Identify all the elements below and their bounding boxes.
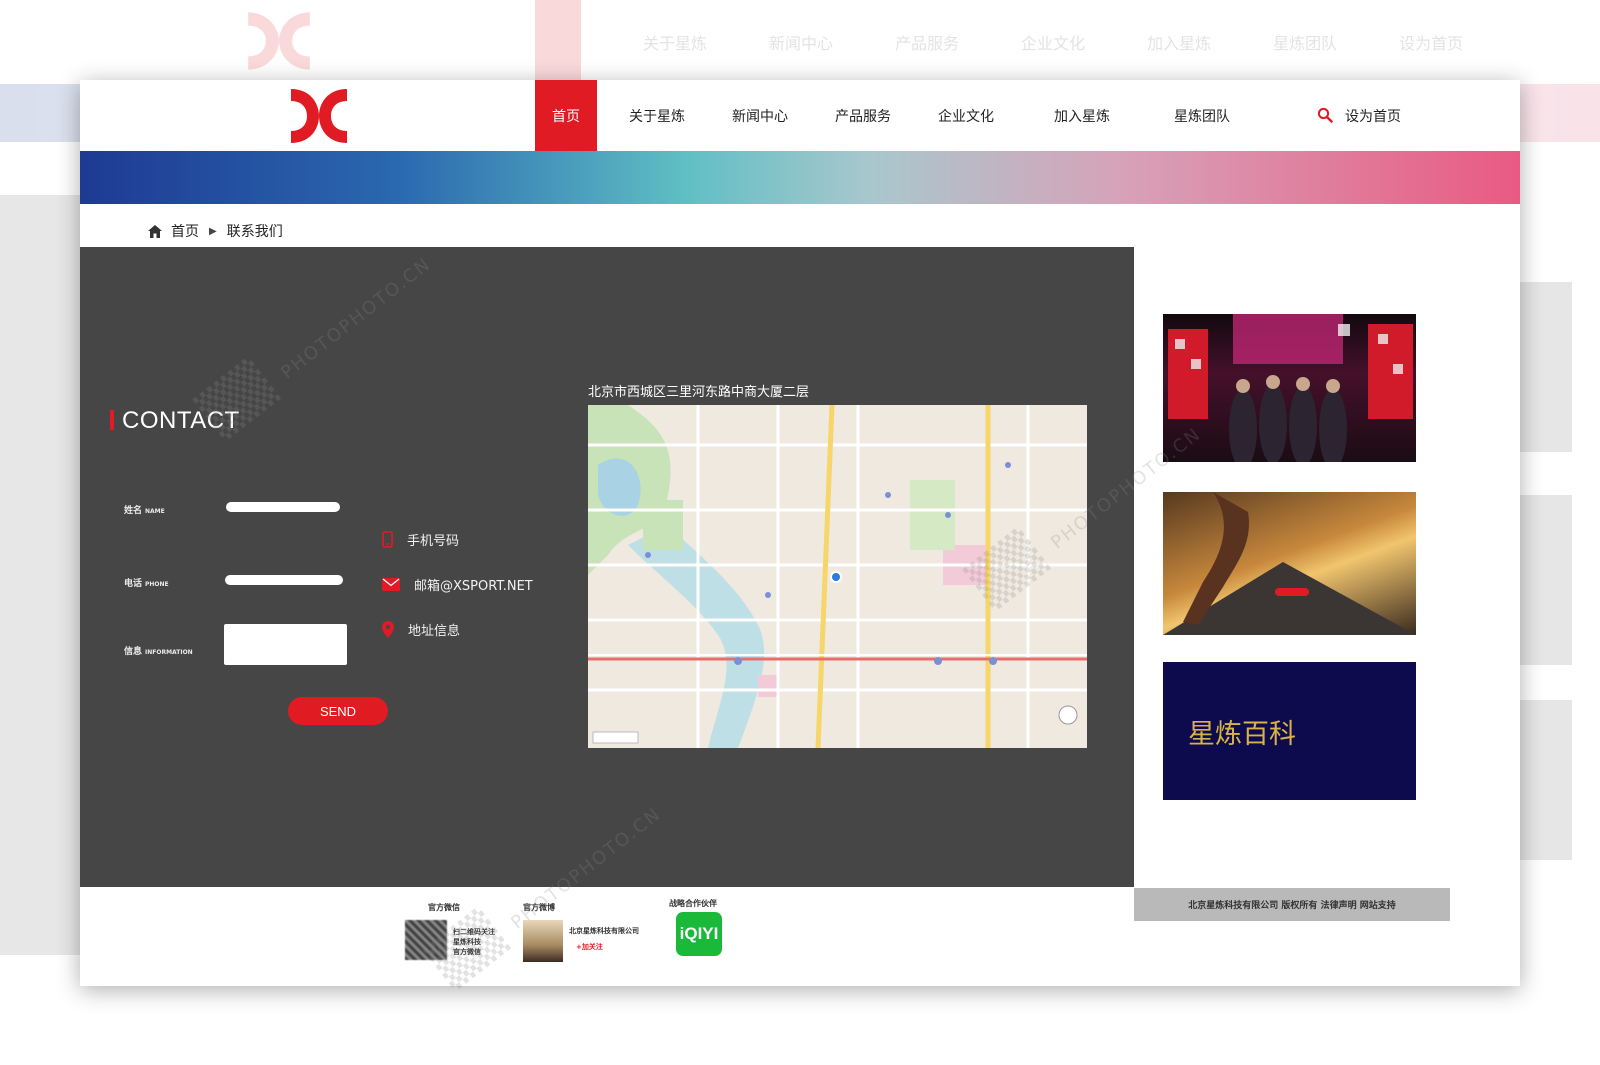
- phone-input[interactable]: [225, 575, 343, 585]
- background-nav-label: 新闻中心: [769, 34, 834, 53]
- nav-item-home[interactable]: 首页: [535, 80, 597, 151]
- wechat-qr-code: [405, 920, 447, 960]
- phone-label: 电话 PHONE: [124, 579, 169, 589]
- mail-icon: [382, 578, 400, 591]
- weibo-title: 官方微博: [523, 903, 555, 912]
- nav-item-join[interactable]: 加入星炼: [1054, 80, 1110, 151]
- location-map[interactable]: [588, 405, 1087, 748]
- background-nav-label: 设为首页: [1399, 34, 1464, 53]
- nav-item-team[interactable]: 星炼团队: [1174, 80, 1230, 151]
- search-icon[interactable]: [1317, 107, 1333, 123]
- gradient-banner: [80, 151, 1520, 204]
- weibo-avatar[interactable]: [523, 920, 563, 962]
- partner-title: 战略合作伙伴: [669, 899, 717, 908]
- information-textarea[interactable]: [224, 624, 347, 665]
- breadcrumb-home[interactable]: 首页: [171, 221, 199, 241]
- background-nav-label: 星炼团队: [1273, 34, 1338, 53]
- weibo-name[interactable]: 北京星炼科技有限公司: [569, 926, 639, 936]
- contact-address-row: 地址信息: [382, 620, 460, 639]
- wiki-banner-text: 星炼百科: [1188, 718, 1296, 750]
- wechat-text: 扫二维码关注 星炼科技 官方微信: [453, 928, 495, 956]
- contact-panel: CONTACT 姓名 NAME 电话 PHONE 信息 INFORMATION SEN…: [80, 247, 1134, 887]
- iqiyi-logo[interactable]: iQIYI: [676, 912, 722, 956]
- runner-photo-image: [1163, 492, 1416, 635]
- breadcrumb-arrow-icon: ▶: [209, 225, 217, 237]
- xinglian-logo[interactable]: [288, 86, 350, 146]
- contact-phone-row: 手机号码: [382, 530, 459, 549]
- background-logo: [248, 12, 310, 70]
- info-label: 信息 INFORMATION: [124, 647, 193, 657]
- main-nav: 首页 关于星炼 新闻中心 产品服务 企业文化 加入星炼 星炼团队: [535, 80, 1277, 151]
- contact-address-text: 地址信息: [408, 624, 461, 639]
- title-accent-bar: [110, 410, 114, 430]
- weibo-follow-link[interactable]: +加关注: [576, 942, 603, 952]
- event-photo-image: [1168, 314, 1413, 462]
- contact-phone-text: 手机号码: [407, 534, 460, 549]
- background-nav-label: 加入星炼: [1147, 34, 1212, 53]
- background-nav-label: 产品服务: [895, 34, 960, 53]
- contact-title: CONTACT: [122, 407, 240, 434]
- name-input[interactable]: [226, 502, 340, 512]
- background-nav-label: 关于星炼: [643, 34, 708, 53]
- contact-email-row: 邮箱@XSPORT.NET: [382, 575, 533, 594]
- name-label: 姓名 NAME: [124, 506, 165, 516]
- background-nav: 关于星炼 新闻中心 产品服务 企业文化 加入星炼 星炼团队 设为首页: [535, 0, 1463, 84]
- runner-photo[interactable]: [1163, 492, 1416, 635]
- background-nav-label: 企业文化: [1021, 34, 1086, 53]
- nav-item-products[interactable]: 产品服务: [835, 80, 891, 151]
- home-icon[interactable]: [148, 224, 162, 238]
- nav-item-culture[interactable]: 企业文化: [938, 80, 994, 151]
- location-pin-icon: [382, 621, 394, 638]
- breadcrumb-current: 联系我们: [226, 224, 283, 240]
- copyright-bar: 北京星炼科技有限公司 版权所有 法律声明 网站支持: [1134, 888, 1450, 921]
- send-button[interactable]: SEND: [288, 697, 388, 725]
- contact-email-text[interactable]: 邮箱@XSPORT.NET: [414, 575, 533, 594]
- wiki-banner[interactable]: 星炼百科: [1163, 662, 1416, 800]
- wechat-title: 官方微信: [428, 903, 460, 912]
- mobile-phone-icon: [382, 531, 393, 548]
- event-photo[interactable]: [1163, 314, 1416, 462]
- breadcrumb: 首页 ▶ 联系我们: [148, 220, 283, 242]
- page-frame: 首页 关于星炼 新闻中心 产品服务 企业文化 加入星炼 星炼团队 设为首页 首页…: [80, 80, 1520, 992]
- nav-item-news[interactable]: 新闻中心: [732, 80, 788, 151]
- set-homepage-link[interactable]: 设为首页: [1345, 106, 1401, 126]
- map-address: 北京市西城区三里河东路中商大厦二层: [588, 385, 810, 400]
- map-image: [588, 405, 1087, 748]
- nav-item-about[interactable]: 关于星炼: [629, 80, 685, 151]
